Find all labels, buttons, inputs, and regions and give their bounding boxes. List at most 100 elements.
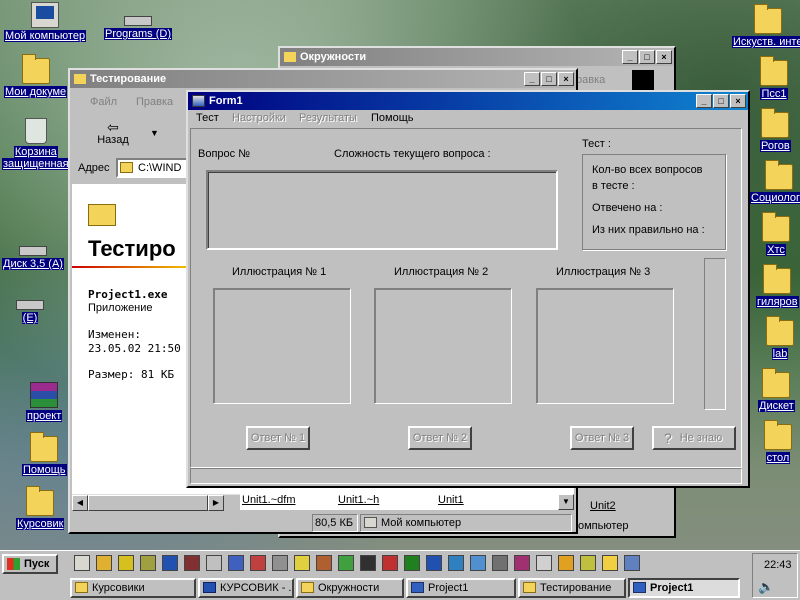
- desktop-icon-label: Мои докуме: [4, 86, 68, 98]
- app-quicklaunch-icon[interactable]: [580, 555, 596, 571]
- question-text-area: [206, 170, 558, 250]
- title-bar[interactable]: Тестирование _ □ ×: [70, 70, 576, 88]
- desktop-icon-recycle-bin[interactable]: Корзина защищенная: [2, 118, 70, 170]
- desktop-icon-project[interactable]: проект: [26, 382, 63, 422]
- minimize-button[interactable]: _: [696, 94, 712, 108]
- desktop-icon-sociologi[interactable]: Социологи: [750, 160, 800, 204]
- app-quicklaunch-icon[interactable]: [228, 555, 244, 571]
- start-button[interactable]: Пуск: [2, 554, 58, 574]
- answer-1-button[interactable]: Ответ № 1: [246, 426, 310, 450]
- app-quicklaunch-icon[interactable]: [184, 555, 200, 571]
- vertical-trackbar[interactable]: [704, 258, 726, 410]
- folder-icon: [21, 54, 50, 84]
- speaker-icon[interactable]: 🔈: [758, 579, 774, 595]
- task-button-project1-active[interactable]: Project1: [628, 578, 740, 598]
- desktop-icon-label-line2: защищенная: [2, 158, 70, 170]
- app-quicklaunch-icon[interactable]: [536, 555, 552, 571]
- desktop-icon-stol[interactable]: стол: [764, 420, 792, 464]
- size-label: Размер: 81 КБ: [88, 368, 175, 381]
- task-button-kursoviki[interactable]: Курсовики: [70, 578, 196, 598]
- desktop-icon-iskusstv[interactable]: Искуств. инте: [732, 4, 800, 48]
- desktop-icon-rogov[interactable]: Рогов: [760, 108, 791, 152]
- app-quicklaunch-icon[interactable]: [514, 555, 530, 571]
- chevron-down-icon[interactable]: ▼: [150, 128, 159, 138]
- desktop-icon-kursovik[interactable]: Курсовик: [16, 486, 65, 530]
- task-button-project1[interactable]: Project1: [406, 578, 516, 598]
- folder-icon: [762, 212, 790, 242]
- desktop-icon-hts[interactable]: Хтс: [762, 212, 790, 256]
- app-quicklaunch-icon[interactable]: [624, 555, 640, 571]
- explorer-quicklaunch-icon[interactable]: [96, 555, 112, 571]
- scroll-right-button[interactable]: ▶: [208, 495, 224, 511]
- word-quicklaunch-icon[interactable]: [162, 555, 178, 571]
- menu-item-file[interactable]: Файл: [90, 96, 117, 108]
- window-form1[interactable]: Form1 _ □ × Тест Настройки Результаты По…: [186, 90, 750, 488]
- minimize-button[interactable]: _: [622, 50, 638, 64]
- illustration-1-image[interactable]: [213, 288, 351, 404]
- app-quicklaunch-icon[interactable]: [118, 555, 134, 571]
- desktop-icon-label: Корзина: [13, 146, 58, 158]
- close-button[interactable]: ×: [730, 94, 746, 108]
- illustration-2-image[interactable]: [374, 288, 512, 404]
- app-quicklaunch-icon[interactable]: [470, 555, 486, 571]
- app-quicklaunch-icon[interactable]: [448, 555, 464, 571]
- desktop-icon-help[interactable]: Помощь: [22, 432, 67, 476]
- app-quicklaunch-icon[interactable]: [294, 555, 310, 571]
- app-quicklaunch-icon[interactable]: [558, 555, 574, 571]
- close-button[interactable]: ×: [656, 50, 672, 64]
- app-quicklaunch-icon[interactable]: [360, 555, 376, 571]
- menu-item-test[interactable]: Тест: [196, 112, 219, 124]
- close-button[interactable]: ×: [558, 72, 574, 86]
- menu-item-settings[interactable]: Настройки: [232, 112, 286, 124]
- app-quicklaunch-icon[interactable]: [382, 555, 398, 571]
- desktop-icon-drive-e[interactable]: (E): [16, 290, 44, 324]
- title-bar[interactable]: Окружности _ □ ×: [280, 48, 674, 66]
- desktop-icon-my-computer[interactable]: Мой компьютер: [4, 2, 87, 42]
- app-quicklaunch-icon[interactable]: [602, 555, 618, 571]
- desktop-quicklaunch-icon[interactable]: [74, 555, 90, 571]
- desktop-icon-lab[interactable]: lab: [766, 316, 794, 360]
- app-quicklaunch-icon[interactable]: [492, 555, 508, 571]
- word-quicklaunch-icon[interactable]: [426, 555, 442, 571]
- desktop-icon-my-documents[interactable]: Мои докуме: [4, 54, 68, 98]
- maximize-button[interactable]: □: [639, 50, 655, 64]
- menu-item-results[interactable]: Результаты: [299, 112, 357, 124]
- desktop-icon-label: Рогов: [760, 140, 791, 152]
- minimize-button[interactable]: _: [524, 72, 540, 86]
- start-label: Пуск: [24, 558, 50, 570]
- title-bar[interactable]: Form1 _ □ ×: [188, 92, 748, 110]
- file-item-unit1-dfm[interactable]: Unit1.~dfm: [242, 494, 296, 506]
- task-button-okruzhnosti[interactable]: Окружности: [296, 578, 404, 598]
- answer-3-button[interactable]: Ответ № 3: [570, 426, 634, 450]
- answer-2-button[interactable]: Ответ № 2: [408, 426, 472, 450]
- menu-item-edit[interactable]: Правка: [136, 96, 173, 108]
- file-item-unit1[interactable]: Unit1: [438, 494, 464, 506]
- app-quicklaunch-icon[interactable]: [250, 555, 266, 571]
- desktop-icon-gilyarov[interactable]: гиляров: [756, 264, 799, 308]
- menu-item-help[interactable]: Помощь: [371, 112, 414, 124]
- task-button-testirovanie[interactable]: Тестирование: [518, 578, 626, 598]
- maximize-button[interactable]: □: [713, 94, 729, 108]
- excel-quicklaunch-icon[interactable]: [404, 555, 420, 571]
- app-quicklaunch-icon[interactable]: [140, 555, 156, 571]
- clock[interactable]: 22:43: [764, 559, 792, 571]
- app-quicklaunch-icon[interactable]: [316, 555, 332, 571]
- illustration-3-image[interactable]: [536, 288, 674, 404]
- file-item-unit1-h[interactable]: Unit1.~h: [338, 494, 379, 506]
- desktop-icon-programs-d[interactable]: Programs (D): [104, 6, 173, 40]
- app-quicklaunch-icon[interactable]: [206, 555, 222, 571]
- back-button[interactable]: ⇦ Назад: [88, 120, 138, 146]
- desktop-icon-pss1[interactable]: Псс1: [760, 56, 788, 100]
- menu-item-fragment[interactable]: равка: [576, 74, 605, 86]
- scroll-down-button[interactable]: ▼: [558, 494, 574, 510]
- app-quicklaunch-icon[interactable]: [338, 555, 354, 571]
- scroll-thumb[interactable]: [88, 495, 208, 511]
- desktop-icon-disket[interactable]: Дискет: [758, 368, 795, 412]
- task-button-kursovik-word[interactable]: КУРСОВИК - ...: [198, 578, 294, 598]
- dont-know-button[interactable]: ? Не знаю: [652, 426, 736, 450]
- desktop-icon-floppy[interactable]: Диск 3,5 (A): [2, 236, 64, 270]
- scroll-left-button[interactable]: ◀: [72, 495, 88, 511]
- app-quicklaunch-icon[interactable]: [272, 555, 288, 571]
- maximize-button[interactable]: □: [541, 72, 557, 86]
- file-item-unit2[interactable]: Unit2: [590, 500, 616, 512]
